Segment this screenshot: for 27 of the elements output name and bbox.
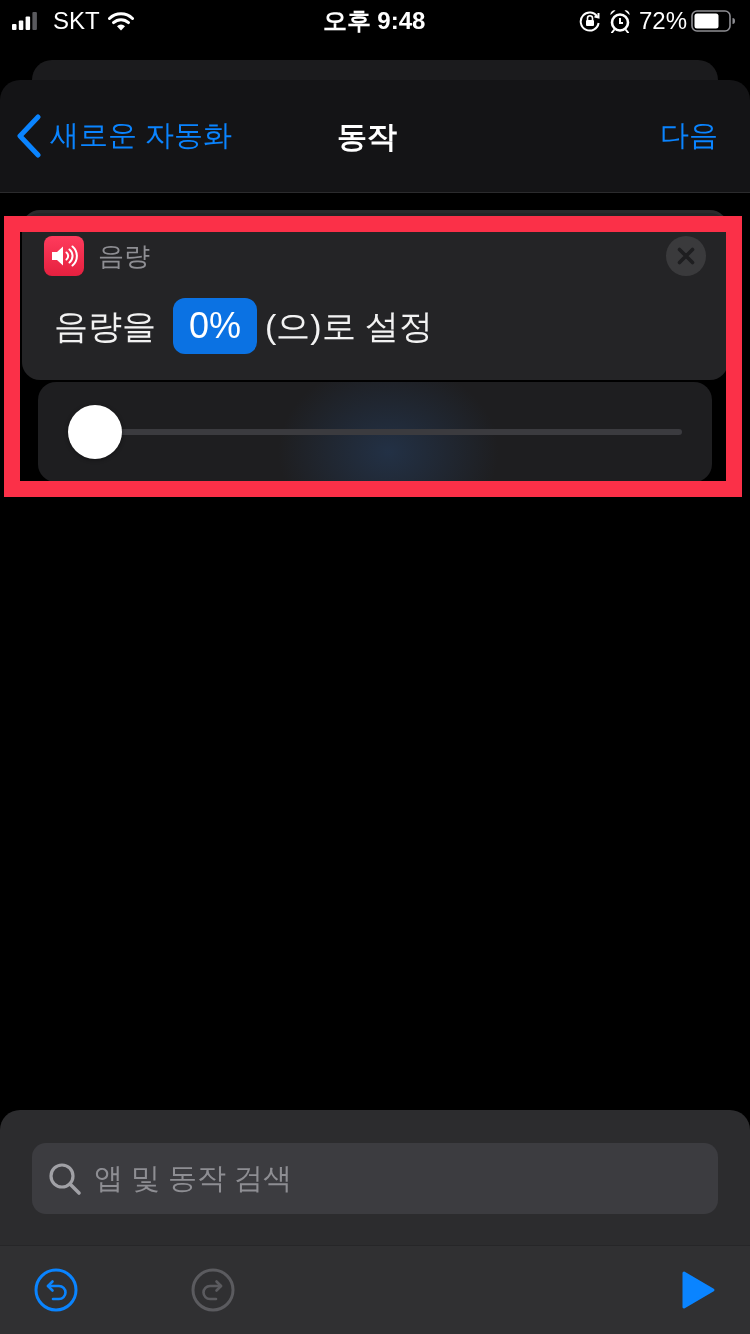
volume-parameter-token[interactable]: 0% <box>173 298 258 354</box>
carrier-name: SKT <box>53 6 100 36</box>
alarm-clock-icon <box>608 9 631 33</box>
undo-icon <box>34 1268 78 1312</box>
volume-slider[interactable] <box>68 405 682 459</box>
rotation-lock-icon <box>578 10 601 32</box>
redo-icon <box>191 1268 235 1312</box>
action-text: 음량을 <box>54 305 156 347</box>
wifi-icon <box>107 11 134 31</box>
back-chevron-icon <box>16 114 42 158</box>
action-app-label: 음량 <box>98 239 150 273</box>
signal-icon <box>12 12 37 30</box>
play-icon <box>680 1270 716 1310</box>
close-icon <box>666 236 706 276</box>
clock-time: 오후 9:48 <box>322 6 426 36</box>
back-button[interactable]: 새로운 자동화 <box>16 114 233 158</box>
battery-icon <box>691 10 736 32</box>
next-button[interactable]: 다음 <box>660 114 718 158</box>
search-field[interactable]: 앱 및 동작 검색 <box>32 1143 718 1214</box>
search-icon <box>48 1162 82 1196</box>
undo-button[interactable] <box>34 1268 78 1312</box>
run-button[interactable] <box>680 1270 716 1310</box>
slider-thumb[interactable] <box>68 405 122 459</box>
screen-title: 동작 <box>337 118 397 155</box>
battery-percentage: 72% <box>638 6 687 36</box>
speaker-icon <box>44 236 84 276</box>
action-text: (으)로 설정 <box>265 305 434 347</box>
